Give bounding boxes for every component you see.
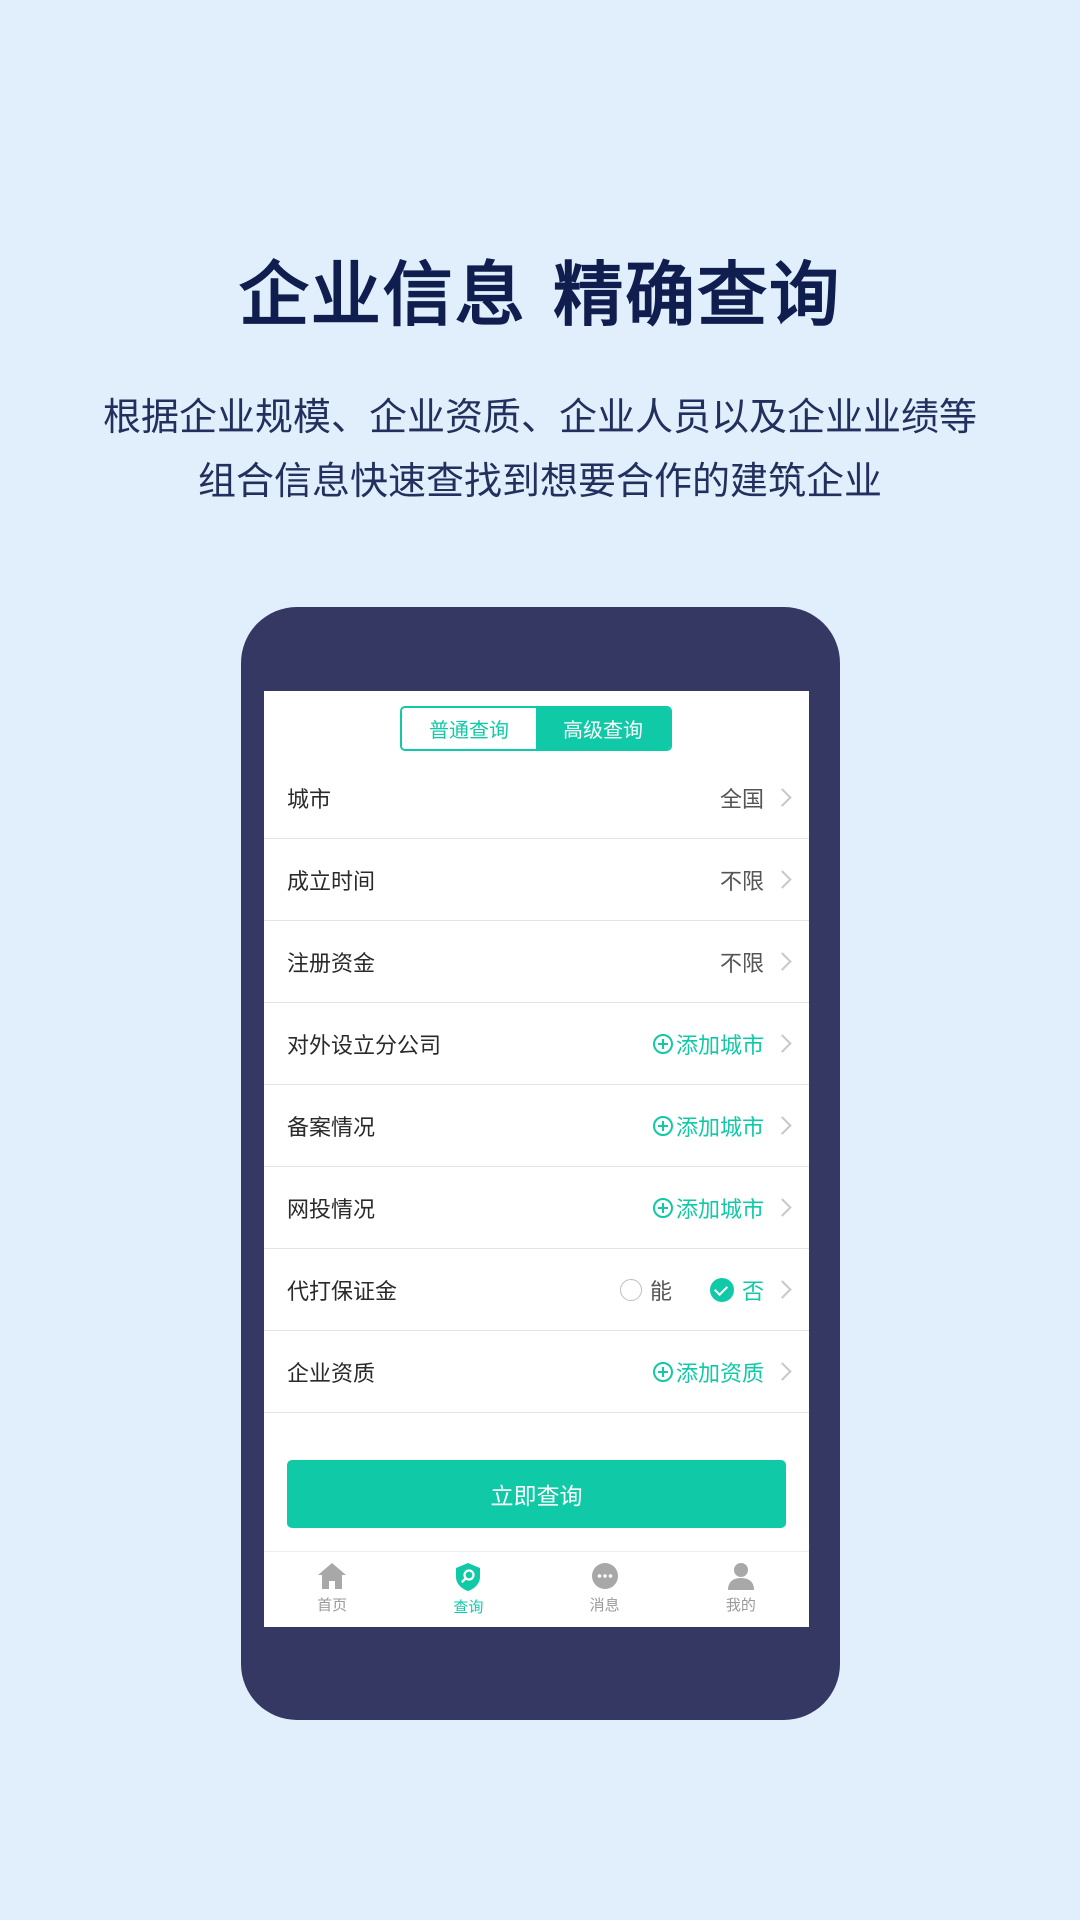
add-city-button[interactable]: 添加城市	[652, 1192, 764, 1224]
filter-label: 对外设立分公司	[287, 1033, 442, 1059]
filter-list: 城市 全国 成立时间 不限 注册资金 不限 对外设立分公司 添加城市 备案情况	[264, 757, 809, 1413]
promo-headline: 企业信息 精确查询	[238, 254, 842, 336]
plus-circle-icon	[652, 1197, 673, 1218]
filter-label: 备案情况	[287, 1115, 376, 1141]
chevron-right-icon	[773, 1280, 792, 1299]
chevron-right-icon	[773, 952, 792, 971]
phone-screen: 普通查询 高级查询 城市 全国 成立时间 不限 注册资金 不限 对外设立分公司 …	[264, 691, 809, 1627]
nav-label: 首页	[317, 1596, 348, 1614]
add-qualification-button[interactable]: 添加资质	[652, 1356, 764, 1388]
chevron-right-icon	[773, 1116, 792, 1135]
filter-row-branch-office[interactable]: 对外设立分公司 添加城市	[264, 1003, 809, 1085]
filter-label: 成立时间	[287, 869, 376, 895]
radio-unchecked-icon	[619, 1278, 642, 1301]
filter-label: 代打保证金	[287, 1279, 398, 1305]
plus-circle-icon	[652, 1361, 673, 1382]
nav-item-home[interactable]: 首页	[264, 1552, 400, 1627]
filter-label: 城市	[287, 787, 332, 813]
radio-option-yes[interactable]: 能	[619, 1274, 672, 1306]
radio-checked-icon	[709, 1277, 734, 1302]
nav-label: 消息	[589, 1596, 620, 1614]
filter-row-online-bidding[interactable]: 网投情况 添加城市	[264, 1167, 809, 1249]
add-city-label: 添加城市	[675, 1033, 764, 1059]
bottom-nav: 首页 查询 消息 我的	[264, 1551, 809, 1627]
add-qualification-label: 添加资质	[675, 1361, 764, 1387]
plus-circle-icon	[652, 1033, 673, 1054]
nav-item-profile[interactable]: 我的	[673, 1552, 809, 1627]
filter-value: 不限	[719, 951, 764, 977]
chevron-right-icon	[773, 870, 792, 889]
chevron-right-icon	[773, 1198, 792, 1217]
nav-label: 查询	[453, 1598, 484, 1616]
user-icon	[727, 1563, 754, 1590]
radio-option-no[interactable]: 否	[709, 1274, 764, 1306]
nav-item-messages[interactable]: 消息	[537, 1552, 673, 1627]
filter-label: 网投情况	[287, 1197, 376, 1223]
add-city-label: 添加城市	[675, 1115, 764, 1141]
deposit-radio-group: 能 否	[602, 1274, 764, 1306]
add-city-button[interactable]: 添加城市	[652, 1028, 764, 1060]
chevron-right-icon	[773, 1034, 792, 1053]
radio-label: 能	[649, 1279, 672, 1305]
filter-label: 企业资质	[287, 1361, 376, 1387]
message-icon	[591, 1563, 618, 1589]
filter-value: 不限	[719, 869, 764, 895]
chevron-right-icon	[773, 1362, 792, 1381]
add-city-button[interactable]: 添加城市	[652, 1110, 764, 1142]
add-city-label: 添加城市	[675, 1197, 764, 1223]
tab-advanced-query[interactable]: 高级查询	[536, 708, 670, 749]
promo-subline-1: 根据企业规模、企业资质、企业人员以及企业业绩等	[102, 395, 977, 439]
chevron-right-icon	[773, 788, 792, 807]
query-now-button[interactable]: 立即查询	[287, 1460, 786, 1528]
filter-label: 注册资金	[287, 951, 376, 977]
filter-row-registered-capital[interactable]: 注册资金 不限	[264, 921, 809, 1003]
filter-row-filing-status[interactable]: 备案情况 添加城市	[264, 1085, 809, 1167]
filter-row-founded-time[interactable]: 成立时间 不限	[264, 839, 809, 921]
query-mode-tabs: 普通查询 高级查询	[400, 706, 672, 751]
tab-basic-query[interactable]: 普通查询	[402, 708, 536, 749]
nav-item-query[interactable]: 查询	[400, 1552, 536, 1627]
filter-row-qualification[interactable]: 企业资质 添加资质	[264, 1331, 809, 1413]
plus-circle-icon	[652, 1115, 673, 1136]
filter-row-city[interactable]: 城市 全国	[264, 757, 809, 839]
nav-label: 我的	[725, 1596, 756, 1614]
home-icon	[318, 1563, 347, 1589]
promo-subline-2: 组合信息快速查找到想要合作的建筑企业	[197, 459, 882, 503]
radio-label: 否	[741, 1279, 764, 1305]
search-shield-icon	[456, 1563, 481, 1591]
filter-value: 全国	[719, 787, 764, 813]
filter-row-deposit: 代打保证金 能 否	[264, 1249, 809, 1331]
